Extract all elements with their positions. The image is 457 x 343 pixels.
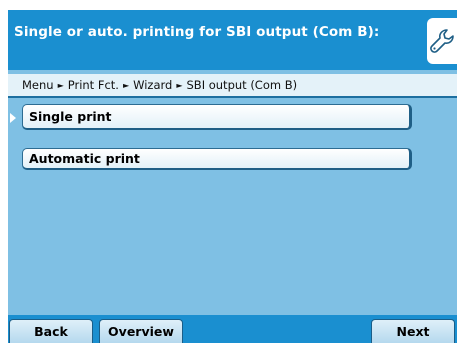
next-button[interactable]: Next — [371, 319, 455, 343]
breadcrumb-item-print-fct: Print Fct. — [67, 78, 119, 92]
single-print-option[interactable]: Single print — [22, 104, 412, 130]
automatic-print-option[interactable]: Automatic print — [22, 148, 412, 170]
settings-button[interactable] — [427, 18, 457, 64]
breadcrumb: Menu ► Print Fct. ► Wizard ► SBI output (Com B… — [8, 74, 457, 98]
footer-bar: Back Overview Next — [8, 315, 457, 343]
breadcrumb-separator-icon: ► — [57, 81, 64, 90]
overview-button[interactable]: Overview — [99, 319, 183, 343]
back-button[interactable]: Back — [9, 319, 93, 343]
breadcrumb-item-wizard: Wizard — [133, 78, 173, 92]
breadcrumb-item-menu: Menu — [22, 78, 54, 92]
breadcrumb-item-sbi-output: SBI output (Com B) — [186, 78, 298, 92]
breadcrumb-separator-icon: ► — [176, 81, 183, 90]
header-bar: Single or auto. printing for SBI output … — [8, 10, 457, 70]
device-screen: Single or auto. printing for SBI output … — [8, 10, 457, 343]
breadcrumb-separator-icon: ► — [122, 81, 130, 90]
selection-arrow-icon — [10, 113, 16, 123]
page-title: Single or auto. printing for SBI output … — [14, 24, 380, 40]
wrench-icon — [430, 29, 454, 53]
